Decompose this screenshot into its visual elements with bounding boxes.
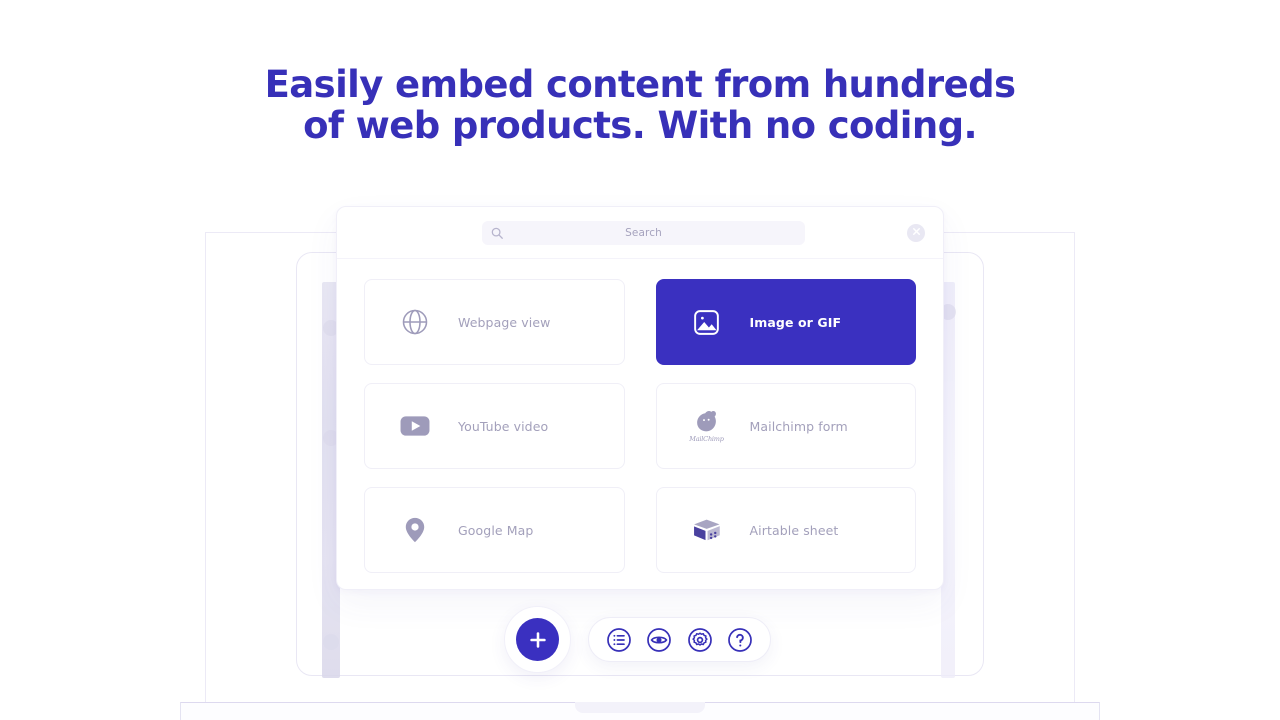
embed-card-google-map[interactable]: Google Map — [364, 487, 625, 573]
embed-card-label: Webpage view — [458, 314, 551, 330]
close-button[interactable] — [907, 224, 925, 242]
bottom-toolbar — [588, 617, 771, 662]
embed-card-label: Mailchimp form — [749, 418, 848, 434]
airtable-icon — [690, 513, 724, 547]
page-title: Easily embed content from hundreds of we… — [0, 64, 1280, 146]
eye-icon[interactable] — [646, 627, 672, 653]
embed-picker-window: Search Webpage view Image or GIF YouTube… — [336, 206, 944, 590]
embed-card-label: Airtable sheet — [749, 522, 839, 538]
page-title-line-1: Easily embed content from hundreds — [264, 63, 1016, 106]
image-icon — [690, 305, 724, 339]
embed-card-label: Google Map — [458, 522, 534, 538]
add-embed-button[interactable] — [504, 606, 571, 673]
list-icon[interactable] — [606, 627, 632, 653]
window-header: Search — [337, 207, 943, 259]
question-icon[interactable] — [727, 627, 753, 653]
youtube-icon — [398, 409, 432, 443]
embed-card-webpage-view[interactable]: Webpage view — [364, 279, 625, 365]
mailchimp-wordmark: MailChimp — [689, 435, 724, 443]
map-pin-icon — [398, 513, 432, 547]
embed-type-grid: Webpage view Image or GIF YouTube video … — [337, 259, 943, 573]
rail-dot — [323, 634, 339, 650]
search-icon — [490, 226, 504, 240]
embed-card-mailchimp-form[interactable]: MailChimp Mailchimp form — [655, 383, 916, 469]
embed-card-image-or-gif[interactable]: Image or GIF — [655, 279, 916, 365]
globe-icon — [398, 305, 432, 339]
mailchimp-icon: MailChimp — [689, 409, 724, 443]
close-icon — [911, 224, 922, 242]
page-root: Easily embed content from hundreds of we… — [0, 0, 1280, 720]
embed-card-label: YouTube video — [458, 418, 549, 434]
search-input[interactable]: Search — [482, 221, 805, 245]
embed-card-label: Image or GIF — [749, 314, 842, 330]
embed-card-airtable-sheet[interactable]: Airtable sheet — [655, 487, 916, 573]
gear-icon[interactable] — [687, 627, 713, 653]
laptop-notch — [575, 702, 705, 713]
search-placeholder: Search — [625, 227, 662, 239]
plus-icon — [516, 618, 559, 661]
page-title-line-2: of web products. With no coding. — [303, 104, 977, 147]
embed-card-youtube-video[interactable]: YouTube video — [364, 383, 625, 469]
